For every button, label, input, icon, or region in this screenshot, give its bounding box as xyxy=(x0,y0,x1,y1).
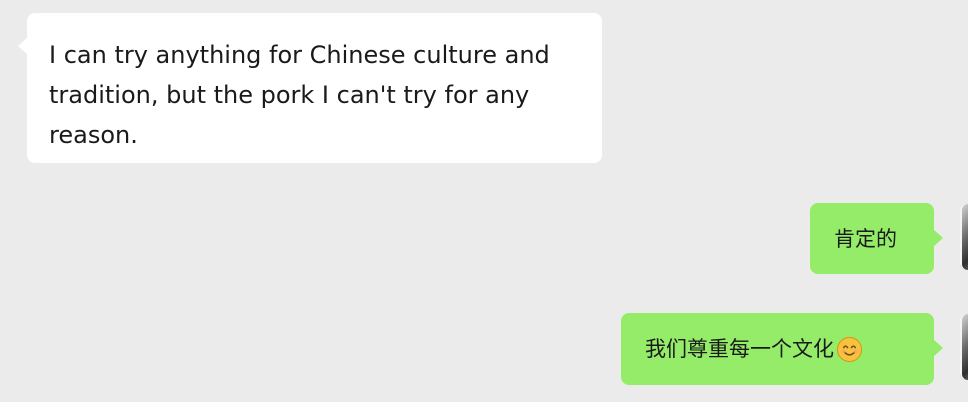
avatar[interactable] xyxy=(960,204,968,270)
avatar[interactable] xyxy=(960,314,968,380)
smiling-face-icon xyxy=(836,336,863,362)
outgoing-message-bubble[interactable]: 肯定的 xyxy=(810,203,943,274)
incoming-message-bubble[interactable]: I can try anything for Chinese culture a… xyxy=(18,13,602,163)
message-text: I can try anything for Chinese culture a… xyxy=(49,41,550,149)
message-text: 肯定的 xyxy=(834,226,897,251)
chat-conversation: I can try anything for Chinese culture a… xyxy=(0,0,968,402)
outgoing-message-bubble[interactable]: 我们尊重每一个文化 xyxy=(621,313,943,385)
message-text: 我们尊重每一个文化 xyxy=(645,337,834,361)
